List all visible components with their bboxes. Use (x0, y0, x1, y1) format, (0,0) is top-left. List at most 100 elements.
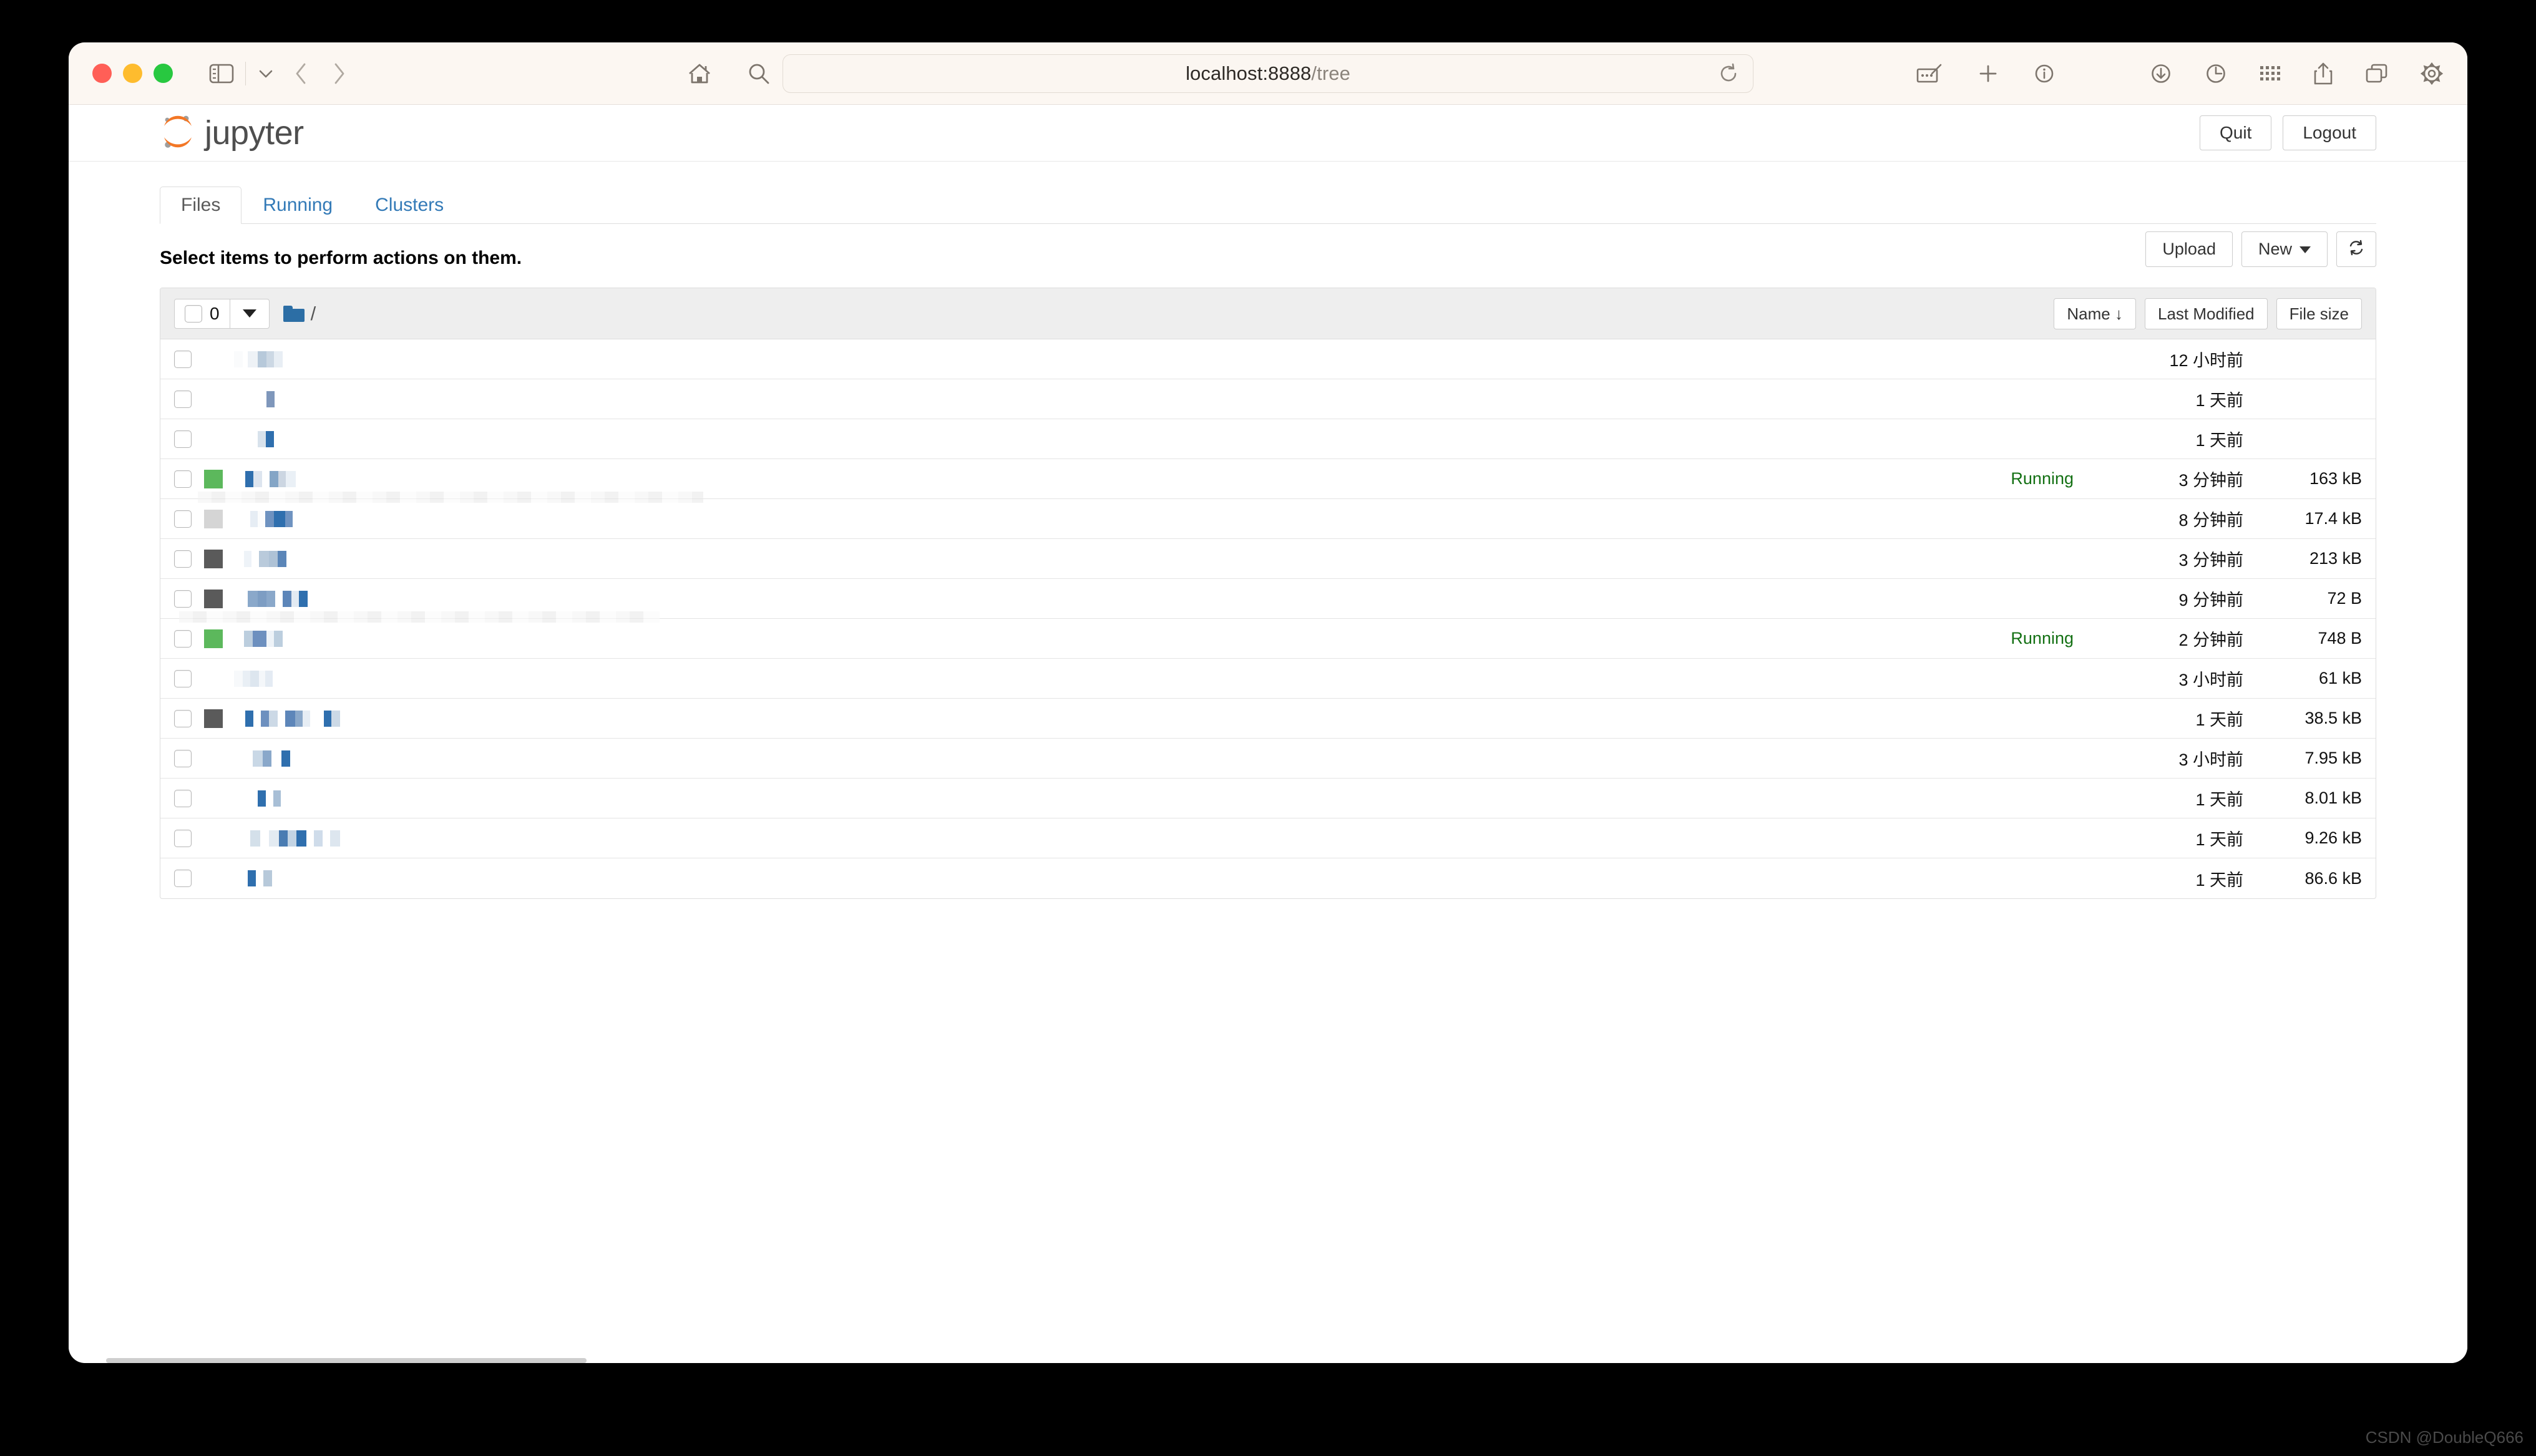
table-row[interactable]: 1 天前 38.5 kB (160, 699, 2376, 739)
file-name-redacted[interactable] (234, 749, 290, 768)
logout-button[interactable]: Logout (2283, 115, 2376, 150)
sidebar-icon[interactable] (209, 63, 234, 84)
row-meta: 3 小时前 61 kB (2074, 666, 2362, 691)
file-name-redacted[interactable] (234, 350, 283, 369)
forward-chevron-icon[interactable] (331, 61, 347, 86)
file-name-redacted[interactable] (234, 669, 273, 688)
redaction-block (243, 351, 248, 367)
info-circle-icon[interactable] (2033, 62, 2056, 85)
redaction-block (234, 510, 250, 527)
maximize-window-button[interactable] (154, 64, 173, 83)
selection-control[interactable]: 0 (174, 298, 270, 329)
jupyter-notebook-page: jupyter Quit Logout Files Running Cluste… (69, 105, 2467, 1363)
row-checkbox[interactable] (174, 709, 192, 727)
redaction-block (269, 710, 278, 727)
quit-button[interactable]: Quit (2200, 115, 2272, 150)
table-row[interactable]: 12 小时前 (160, 339, 2376, 379)
row-checkbox[interactable] (174, 550, 192, 568)
jupyter-body: Files Running Clusters Select items to p… (69, 187, 2467, 1363)
file-name-redacted[interactable] (234, 789, 281, 808)
file-name-redacted[interactable] (234, 629, 283, 648)
redaction-block (266, 351, 274, 367)
file-name-redacted[interactable] (234, 709, 340, 728)
file-list-toolbar: 0 / Name ↓ Last Modified File size (160, 288, 2376, 339)
file-name-redacted[interactable] (234, 869, 272, 888)
sort-by-size-button[interactable]: File size (2276, 298, 2362, 329)
table-row[interactable]: Running 2 分钟前 748 B (160, 611, 2376, 659)
row-checkbox[interactable] (174, 669, 192, 687)
redaction-block (331, 710, 340, 727)
row-checkbox[interactable] (174, 870, 192, 887)
share-upload-icon[interactable] (2313, 61, 2334, 86)
gear-icon[interactable] (2420, 62, 2444, 85)
select-all-checkbox[interactable] (185, 304, 202, 323)
redaction-block (234, 550, 244, 567)
file-name-redacted[interactable] (234, 550, 286, 568)
file-name-redacted[interactable] (234, 470, 296, 488)
table-row[interactable]: 1 天前 86.6 kB (160, 858, 2376, 898)
table-row[interactable]: 1 天前 (160, 379, 2376, 419)
back-chevron-icon[interactable] (293, 61, 310, 86)
right-toolbar-group-1 (1916, 62, 2056, 85)
close-window-button[interactable] (92, 64, 112, 83)
row-checkbox[interactable] (174, 590, 192, 608)
select-all-checkbox-wrap[interactable]: 0 (175, 299, 230, 328)
upload-button[interactable]: Upload (2145, 231, 2233, 267)
select-items-note: Select items to perform actions on them. (160, 248, 522, 268)
last-modified-cell: 3 分钟前 (2178, 551, 2243, 570)
redaction-block (274, 351, 283, 367)
breadcrumb-root-label: / (310, 302, 316, 324)
row-checkbox[interactable] (174, 629, 192, 648)
file-name-redacted[interactable] (234, 829, 340, 848)
table-row[interactable]: 3 分钟前 213 kB (160, 539, 2376, 579)
breadcrumb[interactable]: / (283, 303, 316, 325)
new-dropdown-button[interactable]: New (2241, 231, 2328, 267)
tab-overview-icon[interactable] (2365, 63, 2389, 84)
right-toolbar-group-2 (2149, 61, 2444, 86)
redaction-block (314, 830, 323, 847)
table-row[interactable]: 8 分钟前 17.4 kB (160, 492, 2376, 539)
table-row[interactable]: 1 天前 8.01 kB (160, 779, 2376, 818)
sort-by-name-button[interactable]: Name ↓ (2054, 298, 2136, 329)
table-row[interactable]: 3 小时前 61 kB (160, 659, 2376, 699)
url-address-bar[interactable]: localhost:8888/tree (783, 54, 1753, 93)
plus-icon[interactable] (1977, 62, 1999, 85)
file-name-redacted[interactable] (234, 390, 275, 409)
markup-edit-icon[interactable] (1916, 62, 1943, 85)
file-name-redacted[interactable] (234, 590, 308, 608)
redaction-block (258, 351, 266, 367)
selection-dropdown-button[interactable] (230, 299, 269, 328)
tab-files[interactable]: Files (160, 187, 242, 224)
file-name-redacted[interactable] (234, 430, 274, 449)
chevron-down-icon[interactable] (257, 67, 275, 80)
tab-clusters[interactable]: Clusters (354, 187, 465, 224)
refresh-button[interactable] (2336, 231, 2376, 267)
last-modified-cell: 2 分钟前 (2178, 631, 2243, 649)
row-checkbox[interactable] (174, 789, 192, 807)
sort-by-modified-button[interactable]: Last Modified (2144, 298, 2268, 329)
tab-running[interactable]: Running (241, 187, 354, 224)
search-icon[interactable] (746, 61, 771, 86)
reload-icon[interactable] (1718, 63, 1739, 84)
row-checkbox[interactable] (174, 749, 192, 767)
row-checkbox[interactable] (174, 350, 192, 368)
jupyter-logo[interactable]: jupyter (160, 114, 304, 153)
file-name-redacted[interactable] (234, 510, 293, 528)
row-checkbox[interactable] (174, 430, 192, 448)
downloads-arrow-icon[interactable] (2149, 62, 2173, 85)
table-row[interactable]: 3 小时前 7.95 kB (160, 739, 2376, 779)
minimize-window-button[interactable] (123, 64, 142, 83)
redaction-block (266, 430, 274, 447)
redaction-smudge (198, 492, 703, 503)
row-checkbox[interactable] (174, 470, 192, 488)
row-checkbox[interactable] (174, 510, 192, 528)
grid-apps-icon[interactable] (2259, 64, 2281, 83)
row-checkbox[interactable] (174, 390, 192, 408)
clock-history-icon[interactable] (2204, 62, 2228, 85)
row-meta: 1 天前 9.26 kB (2074, 826, 2362, 850)
table-row[interactable]: 1 天前 (160, 419, 2376, 459)
row-checkbox[interactable] (174, 829, 192, 847)
row-meta: 1 天前 38.5 kB (2074, 706, 2362, 730)
home-icon[interactable] (686, 61, 713, 86)
table-row[interactable]: 1 天前 9.26 kB (160, 818, 2376, 858)
